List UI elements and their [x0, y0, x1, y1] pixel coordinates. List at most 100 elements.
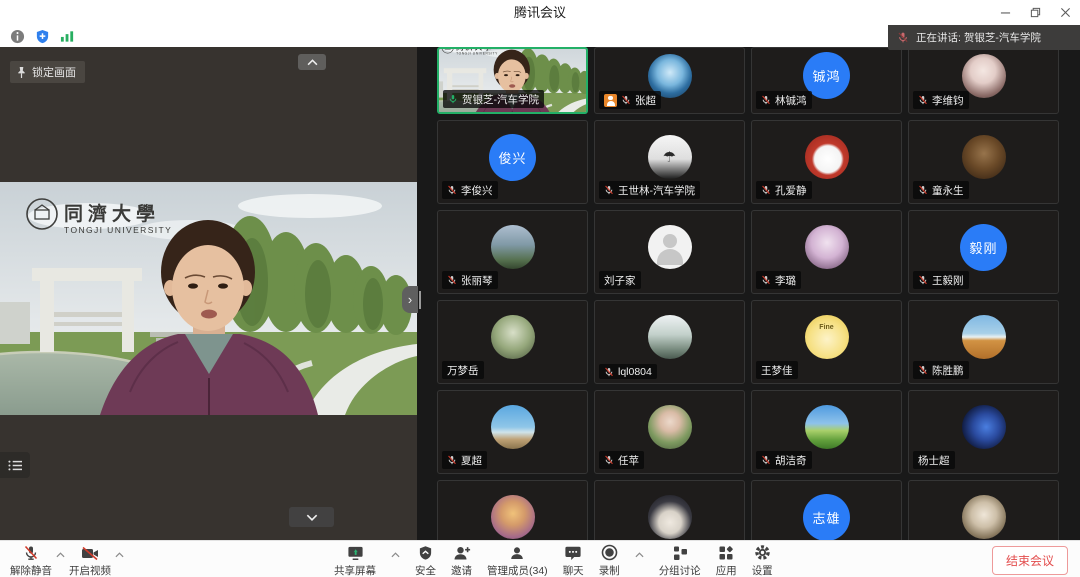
- breakout-icon: [672, 544, 688, 561]
- camera-off-icon: [81, 544, 99, 561]
- participant-name-label: 陈胜鹏: [913, 361, 969, 379]
- speaking-banner-text: 正在讲话: 贺银芝-汽车学院: [916, 30, 1041, 45]
- participant-tile[interactable]: 张丽琴: [437, 210, 588, 294]
- participant-tile[interactable]: 刘子家: [594, 210, 745, 294]
- participant-tile[interactable]: 贺银芝-汽车学院: [437, 47, 588, 114]
- mic-muted-icon: [761, 94, 771, 106]
- close-button[interactable]: [1050, 0, 1080, 25]
- participant-name: lql0804: [618, 366, 652, 378]
- grid-scroll-up-button[interactable]: [298, 54, 326, 70]
- chevron-up-icon[interactable]: [391, 552, 400, 558]
- speaking-banner: 正在讲话: 贺银芝-汽车学院: [888, 25, 1080, 50]
- mic-muted-icon: [761, 274, 771, 286]
- chevron-up-icon[interactable]: [56, 552, 65, 558]
- shield-icon[interactable]: [34, 28, 50, 44]
- toolbar-button-security[interactable]: 安全: [415, 544, 436, 577]
- toolbar-button-camera-off[interactable]: 开启视频: [69, 544, 111, 577]
- mic-muted-icon: [761, 454, 771, 466]
- chevron-up-icon[interactable]: [115, 552, 124, 558]
- toolbar-button-label: 邀请: [451, 563, 472, 577]
- toolbar-button-label: 解除静音: [10, 563, 52, 577]
- chevron-up-icon[interactable]: [635, 552, 644, 558]
- participant-tile[interactable]: 李维钧: [908, 47, 1059, 114]
- participant-tile[interactable]: [437, 480, 588, 540]
- participant-name: 林铖鸿: [775, 93, 807, 108]
- toolbar-button-label: 录制: [599, 563, 620, 577]
- title-bar: 腾讯会议: [0, 0, 1080, 25]
- apps-icon: [718, 544, 734, 561]
- participant-tile[interactable]: 孔爱静: [751, 120, 902, 204]
- toolbar-button-members[interactable]: 管理成员(34): [487, 544, 548, 577]
- toolbar-button-apps[interactable]: 应用: [716, 544, 737, 577]
- speaker-video[interactable]: [0, 182, 417, 415]
- participant-tile[interactable]: lql0804: [594, 300, 745, 384]
- participant-name-label: 胡洁奇: [756, 451, 812, 469]
- mic-active-icon: [448, 93, 458, 105]
- panel-splitter[interactable]: [419, 291, 421, 309]
- participant-tile[interactable]: [594, 480, 745, 540]
- participant-tile[interactable]: 志雄: [751, 480, 902, 540]
- participant-name: 贺银芝-汽车学院: [462, 92, 539, 107]
- toolbar-button-chat[interactable]: 聊天: [563, 544, 584, 577]
- toolbar-button-share-screen[interactable]: 共享屏幕: [334, 544, 376, 577]
- signal-icon[interactable]: [59, 28, 75, 44]
- participant-tile[interactable]: 夏超: [437, 390, 588, 474]
- toolbar-button-label: 共享屏幕: [334, 563, 376, 577]
- mic-muted-icon: [447, 184, 457, 196]
- participant-tile[interactable]: 胡洁奇: [751, 390, 902, 474]
- participant-tile[interactable]: [908, 480, 1059, 540]
- toolbar-button-mic-muted[interactable]: 解除静音: [10, 544, 52, 577]
- participant-name: 李璐: [775, 273, 796, 288]
- participant-name-label: 张丽琴: [442, 271, 498, 289]
- toolbar-button-settings[interactable]: 设置: [752, 544, 773, 577]
- participant-name-label: 贺银芝-汽车学院: [443, 90, 544, 108]
- participant-list-toggle[interactable]: [0, 452, 30, 478]
- chevron-up-icon: [307, 59, 318, 66]
- info-icon[interactable]: [9, 28, 25, 44]
- lock-view-button[interactable]: 锁定画面: [10, 61, 85, 83]
- participant-tile[interactable]: 陈胜鹏: [908, 300, 1059, 384]
- avatar: [962, 405, 1006, 449]
- participant-tile[interactable]: ☂ 王世林-汽车学院: [594, 120, 745, 204]
- participant-name: 李俊兴: [461, 183, 493, 198]
- mic-muted-icon: [918, 94, 928, 106]
- toolbar-button-invite[interactable]: 邀请: [451, 544, 472, 577]
- invite-icon: [453, 544, 471, 561]
- participant-tile[interactable]: 铖鸿林铖鸿: [751, 47, 902, 114]
- avatar-initials: 俊兴: [498, 148, 526, 167]
- avatar-glyph: ☂: [663, 150, 676, 165]
- participant-name: 王世林-汽车学院: [618, 183, 695, 198]
- end-meeting-button[interactable]: 结束会议: [992, 546, 1068, 575]
- participant-tile[interactable]: 李璐: [751, 210, 902, 294]
- participant-tile[interactable]: 万梦岳: [437, 300, 588, 384]
- participant-tile[interactable]: Fine王梦佳: [751, 300, 902, 384]
- toolbar-button-label: 应用: [716, 563, 737, 577]
- participant-name: 任苹: [618, 453, 639, 468]
- panel-collapse-handle[interactable]: ›: [402, 286, 418, 313]
- mic-muted-icon: [604, 454, 614, 466]
- participant-name-label: 刘子家: [599, 271, 641, 289]
- participant-name: 王毅刚: [932, 273, 964, 288]
- avatar-initials: 毅刚: [969, 238, 997, 257]
- grid-scroll-down-button[interactable]: [289, 507, 334, 527]
- app-title: 腾讯会议: [0, 0, 1080, 25]
- participant-name: 孔爱静: [775, 183, 807, 198]
- participant-tile[interactable]: 俊兴李俊兴: [437, 120, 588, 204]
- avatar: [648, 405, 692, 449]
- participant-name: 童永生: [932, 183, 964, 198]
- window-controls: [990, 0, 1080, 25]
- toolbar-button-breakout[interactable]: 分组讨论: [659, 544, 701, 577]
- mic-muted-icon: [604, 184, 614, 196]
- participant-tile[interactable]: 杨士超: [908, 390, 1059, 474]
- participant-tile[interactable]: 张超: [594, 47, 745, 114]
- participant-tile[interactable]: 任苹: [594, 390, 745, 474]
- participant-name-label: 王世林-汽车学院: [599, 181, 700, 199]
- minimize-button[interactable]: [990, 0, 1020, 25]
- avatar: [962, 135, 1006, 179]
- avatar: [491, 405, 535, 449]
- participant-name: 李维钧: [932, 93, 964, 108]
- restore-button[interactable]: [1020, 0, 1050, 25]
- toolbar-button-record[interactable]: 录制: [599, 544, 620, 577]
- participant-tile[interactable]: 毅刚王毅刚: [908, 210, 1059, 294]
- participant-tile[interactable]: 童永生: [908, 120, 1059, 204]
